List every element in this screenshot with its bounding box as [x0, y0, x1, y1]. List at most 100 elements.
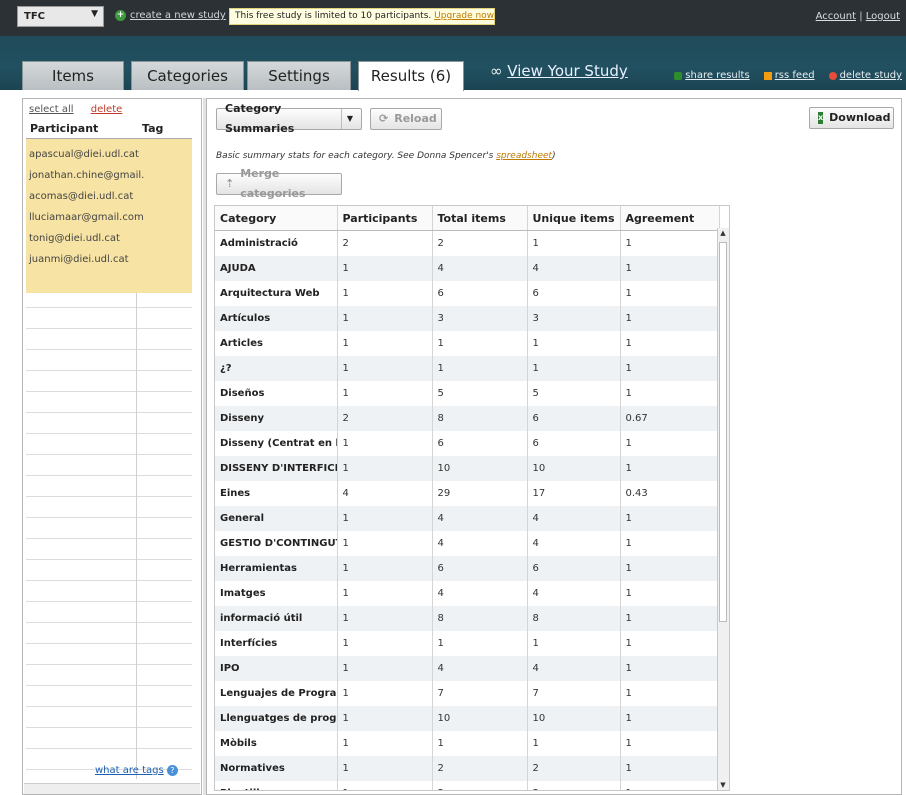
plus-icon: +	[115, 10, 126, 21]
column-header-category[interactable]: Category	[215, 206, 338, 231]
delete-study-link[interactable]: delete study	[840, 70, 902, 81]
participant-row[interactable]: lluciamaar@gmail.com	[26, 208, 192, 229]
table-row[interactable]: informació útil 1 8 8 1	[215, 606, 720, 631]
study-actions: share results rss feed delete study	[674, 70, 902, 81]
table-row[interactable]: Articles 1 1 1 1	[215, 331, 720, 356]
what-are-tags-group[interactable]: what are tags ?	[95, 765, 178, 776]
merge-categories-button[interactable]: ⇡ Merge categories	[216, 167, 342, 200]
unique-items-cell: 6	[527, 431, 621, 456]
table-row[interactable]: Herramientas 1 6 6 1	[215, 556, 720, 581]
view-study-link-group[interactable]: ∞ View Your Study	[490, 62, 628, 80]
spreadsheet-link[interactable]: spreadsheet	[496, 151, 552, 161]
participant-row[interactable]: apascual@diei.udl.cat	[26, 145, 192, 166]
delete-study-item[interactable]: delete study	[828, 70, 902, 81]
tab-settings[interactable]: Settings	[247, 61, 351, 90]
share-results-link[interactable]: share results	[685, 70, 749, 81]
view-study-link[interactable]: View Your Study	[507, 62, 627, 80]
rss-feed-link[interactable]: rss feed	[775, 70, 815, 81]
participants-cell: 1	[337, 631, 433, 656]
agreement-cell: 1	[620, 331, 720, 356]
tab-results[interactable]: Results (6)	[358, 61, 464, 91]
participants-horizontal-scrollbar[interactable]	[24, 783, 200, 794]
scroll-up-icon[interactable]: ▲	[719, 229, 727, 237]
download-button[interactable]: x Download	[809, 107, 894, 129]
category-cell: Lenguajes de Program	[215, 681, 338, 706]
create-study-link[interactable]: create a new study	[130, 10, 226, 21]
what-are-tags-link[interactable]: what are tags	[95, 765, 164, 776]
unique-items-cell: 7	[527, 681, 621, 706]
table-vertical-scrollbar[interactable]: ▲ ▼	[717, 228, 729, 790]
category-table: Category Participants Total items Unique…	[215, 206, 720, 790]
category-cell: Diseños	[215, 381, 338, 406]
unique-items-cell: 5	[527, 381, 621, 406]
table-row[interactable]: GESTIO D'CONTINGUT 1 4 4 1	[215, 531, 720, 556]
category-cell: Interfícies	[215, 631, 338, 656]
participant-column-header: Participant	[30, 122, 99, 135]
unique-items-cell: 4	[527, 256, 621, 281]
free-study-notice: This free study is limited to 10 partici…	[229, 8, 495, 25]
category-cell: Plantilles	[215, 781, 338, 790]
table-row[interactable]: Artículos 1 3 3 1	[215, 306, 720, 331]
table-row[interactable]: Diseños 1 5 5 1	[215, 381, 720, 406]
participant-row[interactable]: acomas@diei.udl.cat	[26, 187, 192, 208]
table-row[interactable]: ¿? 1 1 1 1	[215, 356, 720, 381]
participants-cell: 1	[337, 281, 433, 306]
study-selector[interactable]: TFC ▼	[17, 6, 104, 27]
category-cell: ¿?	[215, 356, 338, 381]
delete-participants-link[interactable]: delete	[91, 104, 123, 115]
table-row[interactable]: General 1 4 4 1	[215, 506, 720, 531]
table-row[interactable]: Arquitectura Web 1 6 6 1	[215, 281, 720, 306]
agreement-cell: 1	[620, 731, 720, 756]
total-items-cell: 6	[432, 281, 528, 306]
table-row[interactable]: Administració 2 2 1 1	[215, 230, 720, 256]
table-row[interactable]: Imatges 1 4 4 1	[215, 581, 720, 606]
table-row[interactable]: IPO 1 4 4 1	[215, 656, 720, 681]
share-results-item[interactable]: share results	[674, 70, 750, 81]
column-header-unique-items[interactable]: Unique items	[527, 206, 621, 231]
agreement-cell: 1	[620, 556, 720, 581]
table-row[interactable]: Interfícies 1 1 1 1	[215, 631, 720, 656]
table-row[interactable]: Normatives 1 2 2 1	[215, 756, 720, 781]
table-row[interactable]: Plantilles1331	[215, 781, 720, 790]
scroll-down-icon[interactable]: ▼	[719, 781, 727, 789]
unique-items-cell: 6	[527, 406, 621, 431]
total-items-cell: 2	[432, 230, 528, 256]
tab-items[interactable]: Items	[22, 61, 124, 90]
table-row[interactable]: Eines 4 29 17 0.43	[215, 481, 720, 506]
scrollbar-thumb[interactable]	[719, 242, 727, 622]
tab-categories[interactable]: Categories	[131, 61, 244, 90]
participants-cell: 1	[337, 731, 433, 756]
rss-feed-item[interactable]: rss feed	[763, 70, 815, 81]
logout-link[interactable]: Logout	[866, 11, 900, 22]
table-row[interactable]: Llenguatges de progra 1 10 10 1	[215, 706, 720, 731]
participants-cell: 1	[337, 456, 433, 481]
agreement-cell: 1	[620, 581, 720, 606]
table-row[interactable]: Mòbils 1 1 1 1	[215, 731, 720, 756]
unique-items-cell: 4	[527, 506, 621, 531]
table-row[interactable]: Lenguajes de Program 1 7 7 1	[215, 681, 720, 706]
participant-row[interactable]: jonathan.chine@gmail.	[26, 166, 192, 187]
download-label: Download	[829, 111, 891, 124]
table-row[interactable]: AJUDA 1 4 4 1	[215, 256, 720, 281]
table-row[interactable]: Disseny (Centrat en l'U1661	[215, 431, 720, 456]
create-study-link-group[interactable]: + create a new study	[115, 10, 226, 21]
reload-icon: ⟳	[379, 112, 389, 125]
tag-column-header: Tag	[142, 122, 164, 135]
view-selector[interactable]: Category Summaries ▼	[216, 102, 362, 135]
column-header-total-items[interactable]: Total items	[432, 206, 528, 231]
agreement-cell: 1	[620, 256, 720, 281]
table-row[interactable]: Disseny 2 8 6 0.67	[215, 406, 720, 431]
column-header-agreement[interactable]: Agreement	[620, 206, 720, 231]
table-row[interactable]: DISSENY D'INTERFICIE 1 10 10 1	[215, 456, 720, 481]
notice-text: This free study is limited to 10 partici…	[235, 11, 432, 21]
category-cell: Eines	[215, 481, 338, 506]
column-header-participants[interactable]: Participants	[337, 206, 433, 231]
reload-button[interactable]: ⟳ Reload	[370, 108, 442, 130]
participant-row[interactable]: tonig@diei.udl.cat	[26, 229, 192, 250]
account-link[interactable]: Account	[816, 11, 856, 22]
upgrade-link[interactable]: Upgrade now	[434, 11, 494, 21]
select-all-link[interactable]: select all	[29, 104, 74, 115]
total-items-cell: 3	[432, 306, 528, 331]
participant-row[interactable]: juanmi@diei.udl.cat	[26, 250, 192, 271]
help-icon[interactable]: ?	[166, 765, 178, 776]
